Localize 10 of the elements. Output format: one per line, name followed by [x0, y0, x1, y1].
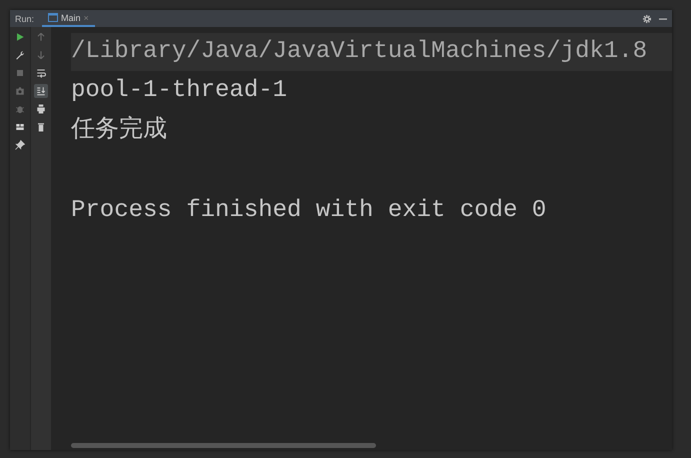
scrollbar[interactable] — [71, 443, 376, 448]
run-label: Run: — [15, 14, 34, 24]
console-line: 任务完成 — [71, 117, 167, 144]
console-line: pool-1-thread-1 — [71, 77, 288, 104]
command-line: /Library/Java/JavaVirtualMachines/jdk1.8 — [71, 38, 648, 65]
console-icon — [48, 13, 58, 22]
scroll-to-end-icon[interactable] — [34, 84, 48, 98]
settings-icon[interactable] — [640, 14, 654, 24]
console-line: Process finished with exit code 0 — [71, 197, 546, 224]
pin-icon[interactable] — [13, 138, 27, 152]
